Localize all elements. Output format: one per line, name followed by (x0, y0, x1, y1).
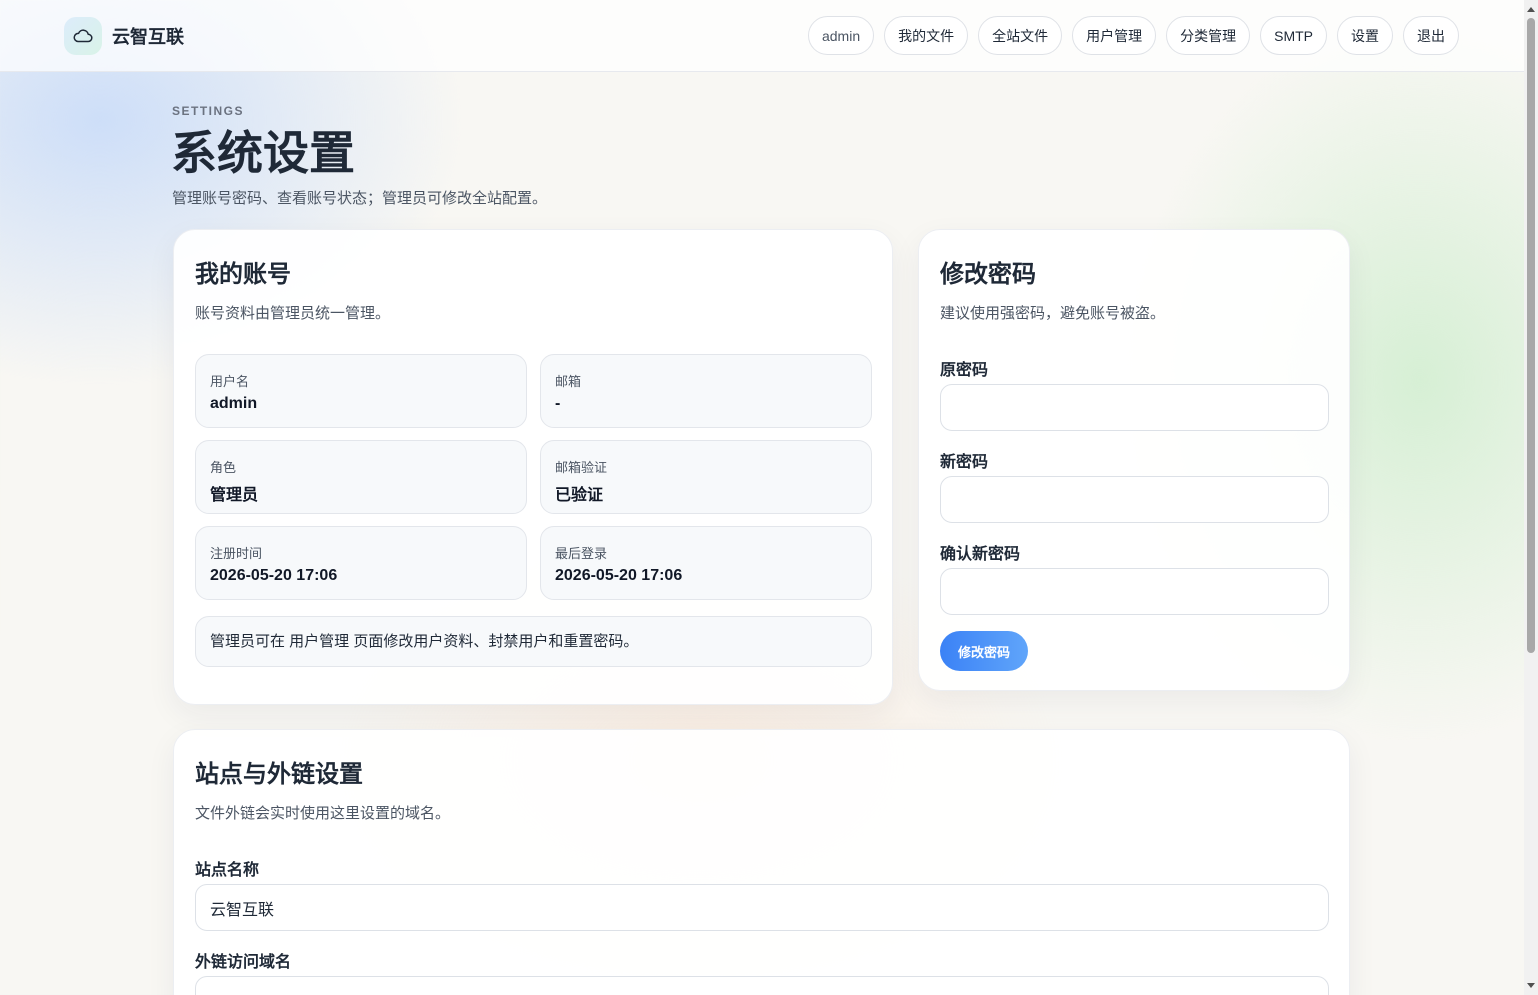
scroll-thumb[interactable] (1527, 18, 1535, 653)
username-label: 用户名 (210, 374, 250, 389)
nav-smtp[interactable]: SMTP (1260, 16, 1327, 55)
page-subtitle: 管理账号密码、查看账号状态；管理员可修改全站配置。 (172, 190, 548, 207)
nav-category-management[interactable]: 分类管理 (1166, 16, 1251, 55)
email-label: 邮箱 (555, 374, 582, 389)
site-card-title: 站点与外链设置 (195, 761, 363, 788)
registered-label: 注册时间 (210, 546, 263, 561)
change-password-card: 修改密码 建议使用强密码，避免账号被盗。 原密码 新密码 确认新密码 修改密码 (918, 229, 1350, 691)
registered-box: 注册时间 2026-05-20 17:06 (195, 526, 527, 600)
last-login-box: 最后登录 2026-05-20 17:06 (540, 526, 872, 600)
nav-user-management[interactable]: 用户管理 (1072, 16, 1157, 55)
page-title: 系统设置 (171, 127, 355, 179)
change-password-button[interactable]: 修改密码 (940, 631, 1028, 671)
nav-logout[interactable]: 退出 (1403, 16, 1459, 55)
main-nav: admin 我的文件 全站文件 用户管理 分类管理 SMTP 设置 退出 (807, 16, 1459, 55)
email-verify-box: 邮箱验证 已验证 (540, 440, 872, 514)
password-card-title: 修改密码 (940, 261, 1036, 288)
email-verify-value: 已验证 (555, 487, 604, 504)
registered-value: 2026-05-20 17:06 (210, 567, 338, 584)
scroll-up-icon[interactable] (1524, 2, 1538, 16)
old-password-label: 原密码 (940, 362, 989, 379)
site-name-label: 站点名称 (195, 862, 260, 879)
page-scrollbar[interactable] (1524, 0, 1538, 995)
page-kicker: SETTINGS (172, 104, 245, 118)
nav-user-button[interactable]: admin (807, 16, 875, 55)
top-header: 云智互联 admin 我的文件 全站文件 用户管理 分类管理 SMTP 设置 退… (0, 0, 1524, 72)
site-settings-card: 站点与外链设置 文件外链会实时使用这里设置的域名。 站点名称 外链访问域名 (173, 729, 1350, 995)
username-value: admin (210, 395, 258, 412)
my-account-card: 我的账号 账号资料由管理员统一管理。 用户名 admin 邮箱 - 角色 管理员… (173, 229, 893, 705)
confirm-password-input[interactable] (940, 568, 1329, 615)
brand-name: 云智互联 (112, 27, 184, 47)
password-card-desc: 建议使用强密码，避免账号被盗。 (940, 305, 1166, 322)
nav-settings[interactable]: 设置 (1337, 16, 1393, 55)
link-domain-label: 外链访问域名 (195, 954, 292, 971)
last-login-value: 2026-05-20 17:06 (555, 567, 683, 584)
old-password-input[interactable] (940, 384, 1329, 431)
email-verify-label: 邮箱验证 (555, 460, 608, 475)
confirm-password-label: 确认新密码 (940, 546, 1021, 563)
nav-all-files[interactable]: 全站文件 (978, 16, 1063, 55)
role-box: 角色 管理员 (195, 440, 527, 514)
admin-note: 管理员可在 用户管理 页面修改用户资料、封禁用户和重置密码。 (195, 616, 872, 667)
email-box: 邮箱 - (540, 354, 872, 428)
site-card-desc: 文件外链会实时使用这里设置的域名。 (195, 805, 451, 822)
cloud-icon (64, 17, 102, 55)
role-value: 管理员 (210, 487, 259, 504)
brand[interactable]: 云智互联 (64, 17, 184, 55)
account-card-desc: 账号资料由管理员统一管理。 (195, 305, 391, 322)
username-box: 用户名 admin (195, 354, 527, 428)
account-card-title: 我的账号 (195, 261, 291, 288)
new-password-label: 新密码 (940, 454, 989, 471)
email-value: - (555, 395, 561, 412)
last-login-label: 最后登录 (555, 546, 608, 561)
link-domain-input[interactable] (195, 976, 1329, 995)
site-name-input[interactable] (195, 884, 1329, 931)
role-label: 角色 (210, 460, 237, 475)
nav-my-files[interactable]: 我的文件 (884, 16, 969, 55)
scroll-down-icon[interactable] (1524, 979, 1538, 993)
new-password-input[interactable] (940, 476, 1329, 523)
